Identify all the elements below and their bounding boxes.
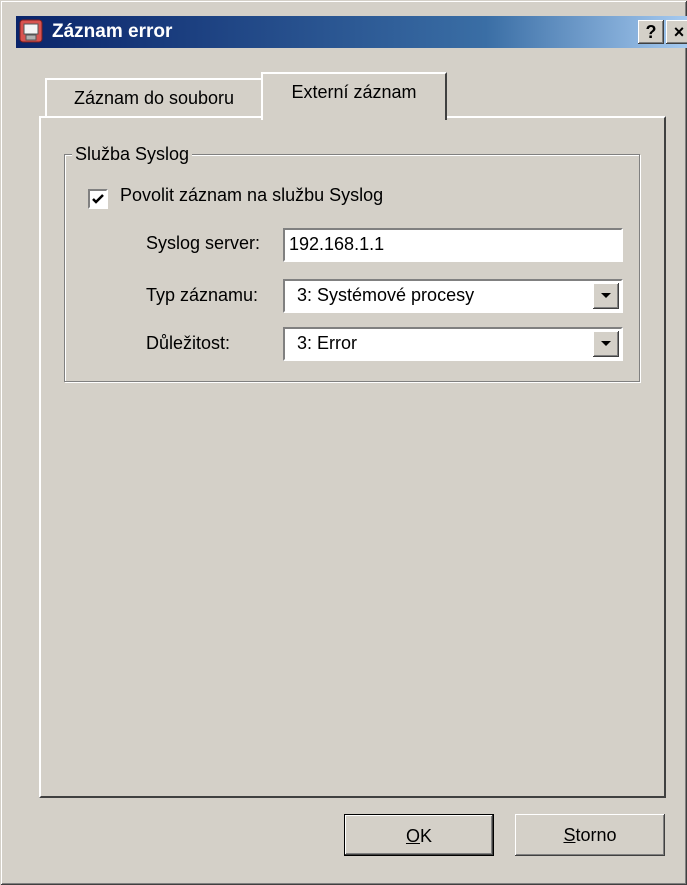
tab-file-log[interactable]: Záznam do souboru bbox=[45, 78, 263, 116]
severity-select[interactable]: 3: Error bbox=[283, 327, 623, 361]
app-icon bbox=[19, 19, 43, 43]
severity-value: 3: Error bbox=[297, 333, 358, 353]
syslog-group-title: Služba Syslog bbox=[72, 144, 193, 165]
syslog-server-input[interactable]: 192.168.1.1 bbox=[283, 228, 623, 262]
chevron-down-icon bbox=[601, 341, 611, 346]
checkmark-icon bbox=[92, 194, 104, 204]
cancel-label-rest: torno bbox=[575, 825, 617, 845]
window-title: Záznam error bbox=[52, 21, 173, 42]
dialog-window: Záznam error ? × Záznam do souboru Exter… bbox=[0, 0, 687, 885]
severity-label: Důležitost: bbox=[146, 333, 231, 353]
cancel-mnemonic: S bbox=[563, 825, 576, 845]
help-button[interactable]: ? bbox=[638, 20, 664, 44]
log-type-dropdown-button[interactable] bbox=[593, 283, 619, 309]
ok-button[interactable]: OK bbox=[344, 814, 494, 856]
cancel-button[interactable]: Storno bbox=[515, 814, 665, 856]
tab-external-log[interactable]: Externí záznam bbox=[261, 72, 447, 120]
chevron-down-icon bbox=[601, 293, 611, 298]
close-button[interactable]: × bbox=[666, 20, 687, 44]
log-type-label: Typ záznamu: bbox=[146, 285, 259, 305]
log-type-value: 3: Systémové procesy bbox=[297, 285, 475, 305]
syslog-server-label: Syslog server: bbox=[146, 233, 261, 253]
enable-syslog-checkbox[interactable] bbox=[88, 189, 108, 209]
title-bar[interactable]: Záznam error ? × bbox=[16, 16, 687, 48]
enable-syslog-label[interactable]: Povolit záznam na službu Syslog bbox=[120, 185, 383, 206]
ok-label-rest: K bbox=[420, 826, 433, 846]
severity-dropdown-button[interactable] bbox=[593, 331, 619, 357]
log-type-select[interactable]: 3: Systémové procesy bbox=[283, 279, 623, 313]
ok-mnemonic: O bbox=[405, 826, 420, 846]
